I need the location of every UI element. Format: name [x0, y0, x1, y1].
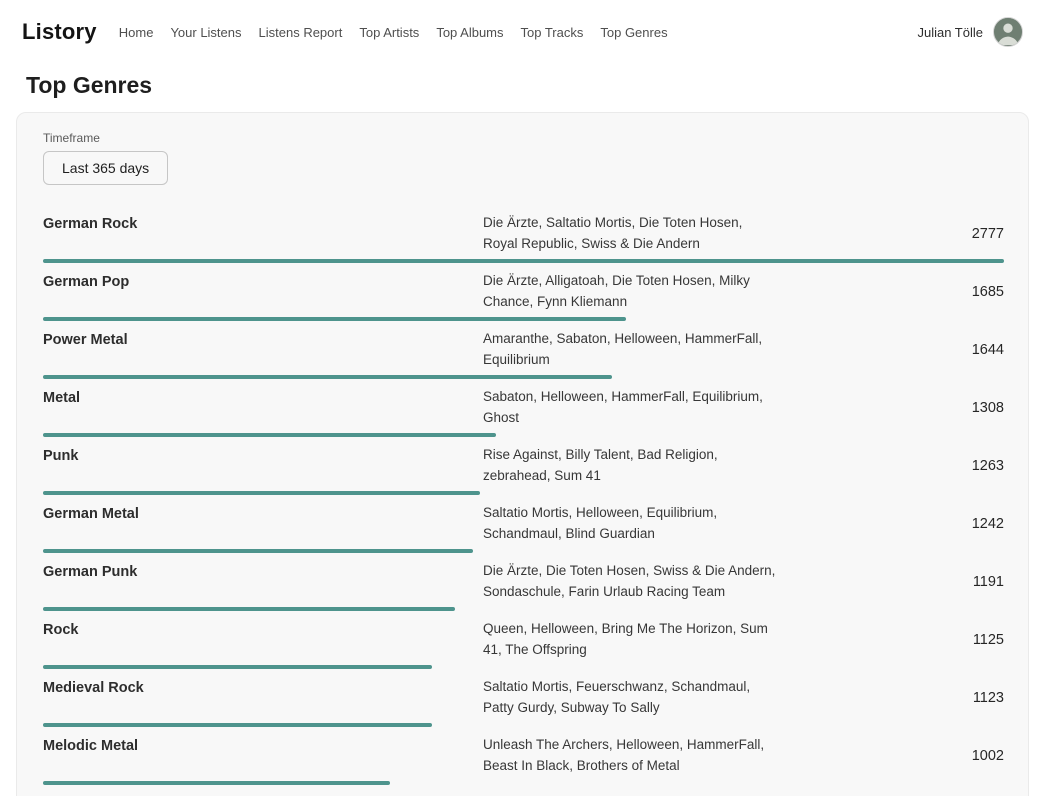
- genre-row-content: Medieval Rock Saltatio Mortis, Feuerschw…: [43, 677, 1004, 718]
- genre-name: Metal: [43, 387, 483, 408]
- genre-row-content: German Punk Die Ärzte, Die Toten Hosen, …: [43, 561, 1004, 602]
- genre-name: German Pop: [43, 271, 483, 292]
- genre-artists: Sabaton, Helloween, HammerFall, Equilibr…: [483, 387, 779, 428]
- genre-row: Melodic Metal Unleash The Archers, Hello…: [43, 727, 1004, 785]
- genre-name: Medieval Rock: [43, 677, 483, 698]
- page-title: Top Genres: [26, 72, 1045, 99]
- genre-row-content: German Metal Saltatio Mortis, Helloween,…: [43, 503, 1004, 544]
- genre-name: Rock: [43, 619, 483, 640]
- genre-row: German Indie Bukahara, Käptn Peng, KYTES…: [43, 785, 1004, 796]
- genre-artists: Amaranthe, Sabaton, Helloween, HammerFal…: [483, 329, 779, 370]
- person-icon: [994, 17, 1022, 46]
- genre-artists: Saltatio Mortis, Helloween, Equilibrium,…: [483, 503, 779, 544]
- app-logo[interactable]: Listory: [22, 19, 97, 45]
- genre-row-content: Melodic Metal Unleash The Archers, Hello…: [43, 735, 1004, 776]
- genre-name: Melodic Metal: [43, 735, 483, 756]
- genre-count: 1263: [779, 458, 1004, 474]
- timeframe-select[interactable]: Last 365 days: [43, 151, 168, 185]
- genre-row-content: Power Metal Amaranthe, Sabaton, Hellowee…: [43, 329, 1004, 370]
- genre-row: Metal Sabaton, Helloween, HammerFall, Eq…: [43, 379, 1004, 437]
- genre-count: 1644: [779, 342, 1004, 358]
- nav-item-listens-report[interactable]: Listens Report: [259, 25, 343, 40]
- genre-row: German Pop Die Ärzte, Alligatoah, Die To…: [43, 263, 1004, 321]
- genre-table: German Rock Die Ärzte, Saltatio Mortis, …: [43, 205, 1004, 796]
- genre-row: German Rock Die Ärzte, Saltatio Mortis, …: [43, 205, 1004, 263]
- nav-item-top-albums[interactable]: Top Albums: [436, 25, 503, 40]
- timeframe-label: Timeframe: [43, 131, 1004, 145]
- nav-item-top-artists[interactable]: Top Artists: [359, 25, 419, 40]
- user-area: Julian Tölle: [917, 17, 1023, 47]
- genre-row-content: German Pop Die Ärzte, Alligatoah, Die To…: [43, 271, 1004, 312]
- genre-count: 1123: [779, 690, 1004, 706]
- top-genres-card: Timeframe Last 365 days German Rock Die …: [16, 112, 1029, 796]
- genre-artists: Saltatio Mortis, Feuerschwanz, Schandmau…: [483, 677, 779, 718]
- genre-name: Power Metal: [43, 329, 483, 350]
- genre-artists: Rise Against, Billy Talent, Bad Religion…: [483, 445, 779, 486]
- genre-name: Punk: [43, 445, 483, 466]
- genre-row-content: Punk Rise Against, Billy Talent, Bad Rel…: [43, 445, 1004, 486]
- genre-count: 1002: [779, 748, 1004, 764]
- user-name: Julian Tölle: [917, 25, 983, 40]
- genre-count: 1191: [779, 574, 1004, 590]
- user-avatar[interactable]: [993, 17, 1023, 47]
- genre-row: Rock Queen, Helloween, Bring Me The Hori…: [43, 611, 1004, 669]
- genre-row: Punk Rise Against, Billy Talent, Bad Rel…: [43, 437, 1004, 495]
- genre-count: 1685: [779, 284, 1004, 300]
- main-nav: Home Your Listens Listens Report Top Art…: [119, 25, 918, 40]
- genre-count: 1242: [779, 516, 1004, 532]
- genre-count: 2777: [779, 226, 1004, 242]
- nav-item-top-tracks[interactable]: Top Tracks: [521, 25, 584, 40]
- genre-row: German Punk Die Ärzte, Die Toten Hosen, …: [43, 553, 1004, 611]
- genre-row: German Metal Saltatio Mortis, Helloween,…: [43, 495, 1004, 553]
- genre-row: Power Metal Amaranthe, Sabaton, Hellowee…: [43, 321, 1004, 379]
- app-header: Listory Home Your Listens Listens Report…: [0, 0, 1045, 64]
- genre-artists: Die Ärzte, Saltatio Mortis, Die Toten Ho…: [483, 213, 779, 254]
- genre-artists: Queen, Helloween, Bring Me The Horizon, …: [483, 619, 779, 660]
- nav-item-your-listens[interactable]: Your Listens: [170, 25, 241, 40]
- genre-name: German Punk: [43, 561, 483, 582]
- genre-artists: Die Ärzte, Die Toten Hosen, Swiss & Die …: [483, 561, 779, 602]
- genre-count: 1125: [779, 632, 1004, 648]
- genre-row-content: German Rock Die Ärzte, Saltatio Mortis, …: [43, 213, 1004, 254]
- genre-count: 1308: [779, 400, 1004, 416]
- nav-item-home[interactable]: Home: [119, 25, 154, 40]
- genre-row: Medieval Rock Saltatio Mortis, Feuerschw…: [43, 669, 1004, 727]
- genre-name: German Rock: [43, 213, 483, 234]
- nav-item-top-genres[interactable]: Top Genres: [600, 25, 667, 40]
- genre-name: German Metal: [43, 503, 483, 524]
- genre-artists: Unleash The Archers, Helloween, HammerFa…: [483, 735, 779, 776]
- genre-row-content: Metal Sabaton, Helloween, HammerFall, Eq…: [43, 387, 1004, 428]
- genre-row-content: Rock Queen, Helloween, Bring Me The Hori…: [43, 619, 1004, 660]
- genre-artists: Die Ärzte, Alligatoah, Die Toten Hosen, …: [483, 271, 779, 312]
